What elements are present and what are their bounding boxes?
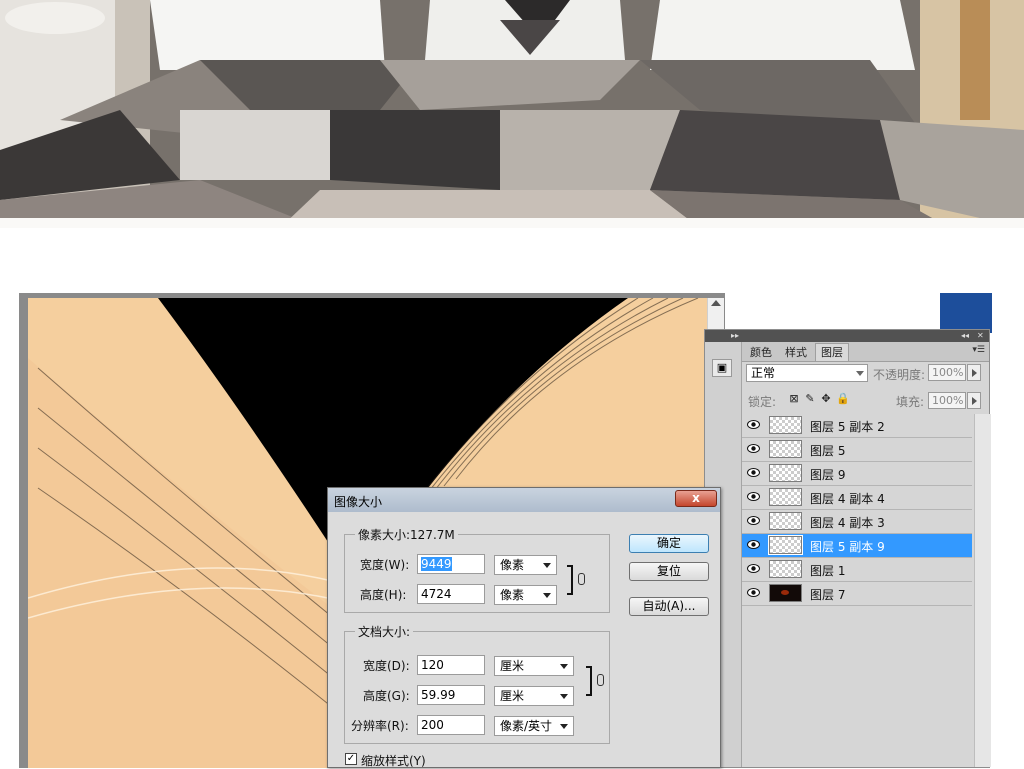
layer-thumbnail[interactable]	[769, 416, 802, 434]
panel-titlebar[interactable]: ▸▸ ◂◂ ✕	[705, 330, 989, 342]
lock-all-icon[interactable]: 🔒	[836, 393, 850, 405]
close-button[interactable]: x	[675, 490, 717, 507]
width-unit-select[interactable]: 像素	[494, 555, 557, 575]
width-label: 宽度(W):	[360, 558, 410, 572]
constrain-bracket	[567, 565, 573, 595]
blend-mode-select[interactable]: 正常	[746, 364, 868, 382]
height-unit-select[interactable]: 像素	[494, 585, 557, 605]
layer-thumbnail[interactable]	[769, 512, 802, 530]
scroll-up-arrow-icon[interactable]	[711, 300, 721, 306]
layer-row[interactable]: 图层 5 副本 2	[742, 414, 972, 438]
lock-label: 锁定:	[748, 395, 777, 409]
layer-row[interactable]: 图层 5 副本 9	[742, 534, 972, 558]
layer-row[interactable]: 图层 4 副本 3	[742, 510, 972, 534]
panel-tabs: 颜色 样式 图层 ▾☰	[742, 342, 989, 362]
visibility-eye-icon[interactable]	[747, 588, 760, 597]
visibility-eye-icon[interactable]	[747, 420, 760, 429]
ok-button[interactable]: 确定	[629, 534, 709, 553]
panel-menu-icon[interactable]: ▾☰	[972, 345, 985, 355]
layer-thumbnail[interactable]	[769, 488, 802, 506]
height-label: 高度(H):	[360, 588, 407, 602]
blend-row: 正常 不透明度: 100%	[746, 364, 988, 384]
close-panel-icon[interactable]: ✕	[977, 330, 984, 342]
fill-slider-arrow-icon[interactable]	[967, 392, 981, 409]
opacity-slider-arrow-icon[interactable]	[967, 364, 981, 381]
layer-name[interactable]: 图层 9	[810, 466, 845, 483]
fill-label: 填充:	[896, 395, 925, 409]
width-input[interactable]: 9449	[417, 554, 485, 574]
layer-row[interactable]: 图层 5	[742, 438, 972, 462]
scale-styles-label: 缩放样式(Y)	[361, 754, 426, 768]
layer-row[interactable]: 图层 1	[742, 558, 972, 582]
opacity-label: 不透明度:	[873, 368, 926, 382]
doc-link-chain-icon	[597, 674, 604, 686]
tab-color[interactable]: 颜色	[745, 344, 777, 361]
resolution-unit-select[interactable]: 像素/英寸	[494, 716, 574, 736]
layer-thumbnail[interactable]	[769, 584, 802, 602]
layer-row[interactable]: 图层 4 副本 4	[742, 486, 972, 510]
layer-name[interactable]: 图层 7	[810, 586, 845, 603]
visibility-eye-icon[interactable]	[747, 540, 760, 549]
visibility-eye-icon[interactable]	[747, 444, 760, 453]
layer-name[interactable]: 图层 1	[810, 562, 845, 579]
side-blue-strip	[940, 293, 992, 333]
doc-height-unit-select[interactable]: 厘米	[494, 686, 574, 706]
resolution-label: 分辨率(R):	[351, 719, 409, 733]
layer-name[interactable]: 图层 5 副本 2	[810, 418, 885, 435]
bedroom-photo	[0, 0, 1024, 228]
lock-position-icon[interactable]: ✥	[820, 393, 832, 405]
expand-panel-icon[interactable]: ▸▸	[731, 330, 739, 342]
opacity-input[interactable]: 100%	[928, 364, 966, 381]
reset-button[interactable]: 复位	[629, 562, 709, 581]
lock-row: 锁定: ⊠ ✎ ✥ 🔒 填充: 100%	[746, 392, 988, 410]
lock-image-pixels-icon[interactable]: ✎	[804, 393, 816, 405]
collapse-panel-icon[interactable]: ◂◂	[961, 330, 969, 342]
layers-panel: ▸▸ ◂◂ ✕ ▣ 颜色 样式 图层 ▾☰ 正常 不透明度: 100% 锁定: …	[704, 329, 991, 768]
layer-name[interactable]: 图层 5	[810, 442, 845, 459]
layer-thumbnail[interactable]	[769, 440, 802, 458]
doc-width-label: 宽度(D):	[363, 659, 410, 673]
visibility-eye-icon[interactable]	[747, 492, 760, 501]
layer-thumbnail[interactable]	[769, 464, 802, 482]
layer-thumbnail[interactable]	[769, 560, 802, 578]
auto-button[interactable]: 自动(A)...	[629, 597, 709, 616]
fill-input[interactable]: 100%	[928, 392, 966, 409]
document-size-label: 文档大小:	[355, 623, 414, 640]
layer-name[interactable]: 图层 5 副本 9	[810, 538, 885, 555]
resolution-input[interactable]: 200	[417, 715, 485, 735]
link-chain-icon	[578, 573, 585, 585]
pixel-size-label: 像素大小:127.7M	[355, 526, 458, 543]
dialog-title: 图像大小	[334, 495, 383, 509]
doc-width-input[interactable]: 120	[417, 655, 485, 675]
visibility-eye-icon[interactable]	[747, 564, 760, 573]
dialog-titlebar[interactable]: 图像大小 x	[328, 488, 720, 512]
scale-styles-checkbox[interactable]: ✓	[345, 753, 357, 765]
visibility-eye-icon[interactable]	[747, 516, 760, 525]
layer-row[interactable]: 图层 7	[742, 582, 972, 606]
height-input[interactable]: 4724	[417, 584, 485, 604]
layer-row[interactable]: 图层 9	[742, 462, 972, 486]
layer-thumbnail[interactable]	[768, 535, 803, 555]
layer-name[interactable]: 图层 4 副本 3	[810, 514, 885, 531]
layer-list: 图层 5 副本 2 图层 5 图层 9 图层 4 副本 4 图层 4 副本 3 图层 5 …	[742, 414, 972, 767]
doc-constrain-bracket	[586, 666, 592, 696]
tab-styles[interactable]: 样式	[780, 344, 812, 361]
document-size-group: 文档大小: 宽度(D): 120 厘米 高度(G): 59.99 厘米 分辨率(…	[344, 623, 610, 744]
tab-layers[interactable]: 图层	[815, 343, 849, 361]
layer-name[interactable]: 图层 4 副本 4	[810, 490, 885, 507]
doc-height-input[interactable]: 59.99	[417, 685, 485, 705]
blend-mode-value: 正常	[751, 366, 776, 380]
lock-transparent-pixels-icon[interactable]: ⊠	[788, 393, 800, 405]
visibility-eye-icon[interactable]	[747, 468, 760, 477]
chevron-down-icon	[856, 371, 864, 376]
layer-list-scrollbar[interactable]	[974, 414, 991, 767]
doc-height-label: 高度(G):	[363, 689, 410, 703]
image-size-dialog: 图像大小 x 像素大小:127.7M 宽度(W): 9449 像素 高度(H):…	[327, 487, 721, 768]
layer-folder-icon[interactable]: ▣	[712, 359, 732, 377]
pixel-dimensions-group: 像素大小:127.7M 宽度(W): 9449 像素 高度(H): 4724 像…	[344, 526, 610, 613]
doc-width-unit-select[interactable]: 厘米	[494, 656, 574, 676]
